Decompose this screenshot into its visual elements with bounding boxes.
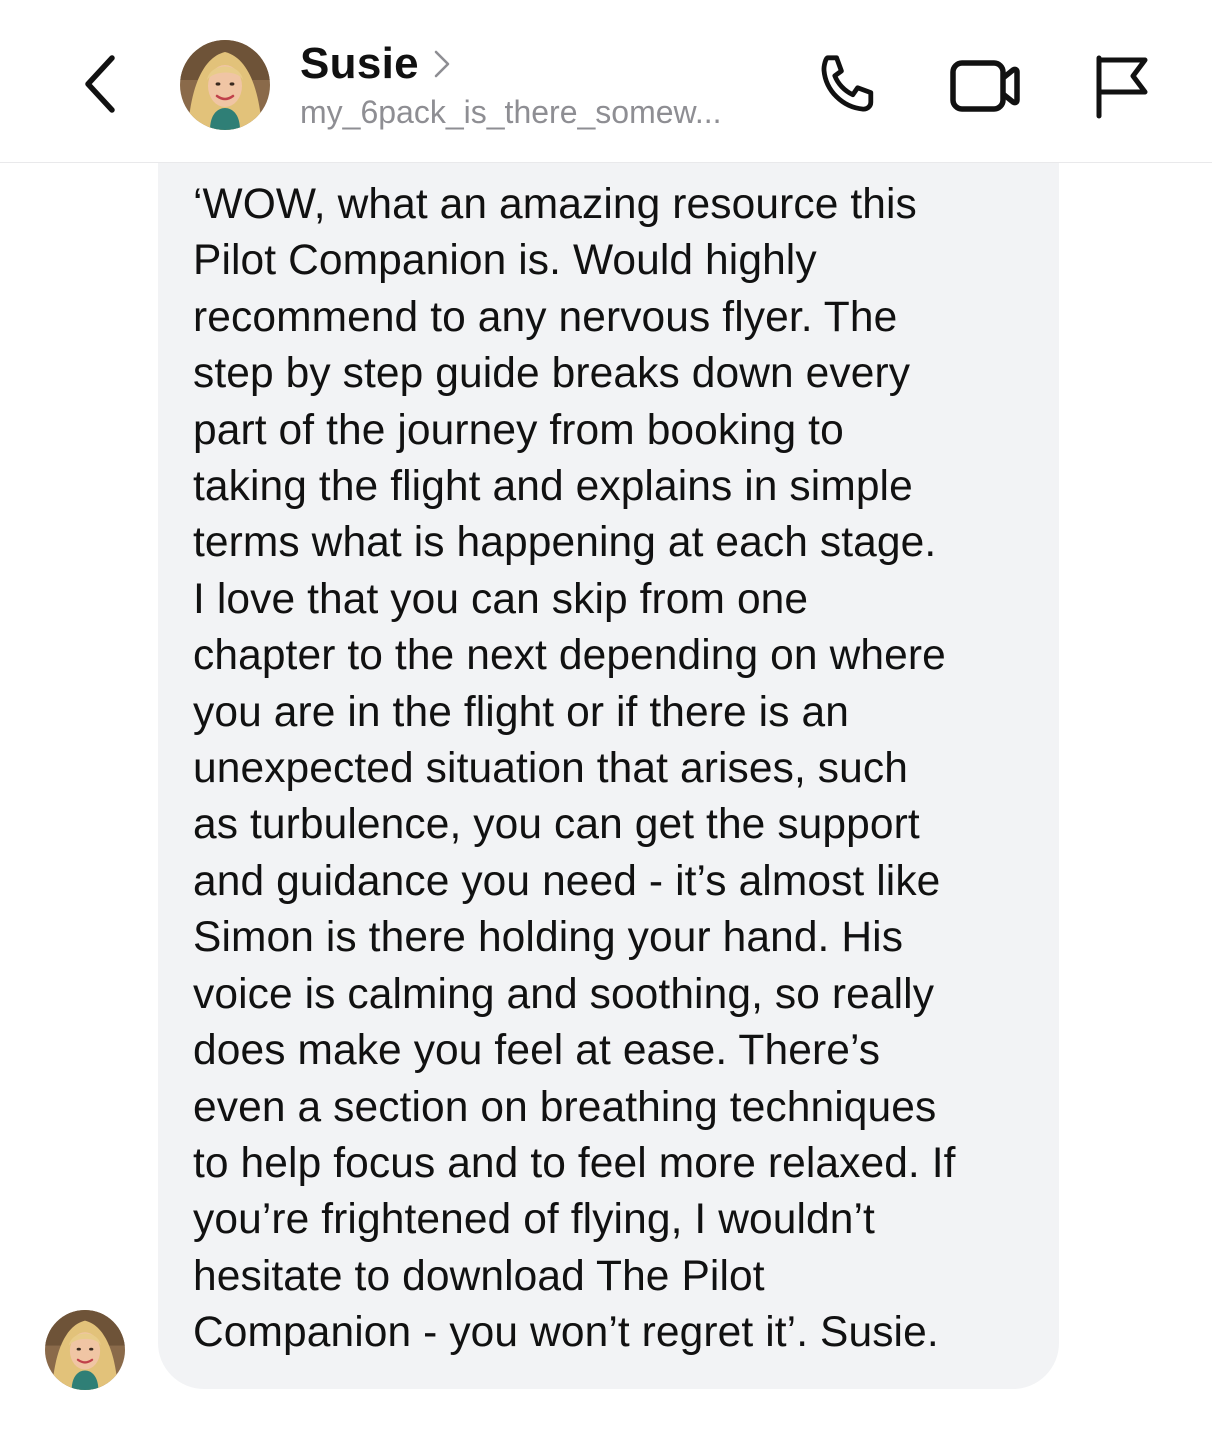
flag-icon [1096,55,1148,119]
report-button[interactable] [1082,46,1156,126]
message-line: ‘WOW, what an amazing resource this [193,181,917,228]
message-line: step by step guide breaks down every [193,350,911,398]
phone-icon [821,55,874,112]
message-bubble[interactable]: ‘WOW, what an amazing resource this Pilo… [158,163,1059,1389]
message-line: terms what is happening at each stage. [193,519,937,567]
video-camera-icon [950,60,1020,112]
message-line: even a section on breathing techniques [193,1083,937,1131]
message-line: to help focus and to feel more relaxed. … [193,1139,956,1187]
contact-name: Susie [300,39,419,88]
message-line: chapter to the next depending on where [193,632,946,680]
contact-avatar[interactable] [180,40,270,130]
video-call-button[interactable] [940,46,1030,126]
message-line: unexpected situation that arises, such [193,745,908,793]
message-line: Companion - you won’t regret it’. Susie. [193,1309,939,1357]
message-line: does make you feel at ease. There’s [193,1027,881,1075]
message-line: recommend to any nervous flyer. The [193,293,898,341]
sender-avatar[interactable] [45,1310,125,1390]
message-line: part of the journey from booking to [193,406,844,454]
chevron-left-icon [85,55,115,113]
message-line: taking the flight and explains in simple [193,463,913,511]
message-line: I love that you can skip from one [193,575,809,623]
phone-call-button[interactable] [806,46,890,126]
back-button[interactable] [68,46,132,122]
contact-handle: my_6pack_is_there_somew... [300,94,722,130]
message-line: Pilot Companion is. Would highly [193,237,817,285]
message-line: as turbulence, you can get the support [193,801,920,849]
chat-header: Susie my_6pack_is_there_somew... [0,0,1212,163]
contact-profile-link[interactable]: Susie [300,38,451,90]
message-line: you are in the flight or if there is an [193,688,849,736]
message-line: and guidance you need - it’s almost like [193,857,941,905]
chevron-right-icon [433,49,451,79]
message-line: voice is calming and soothing, so really [193,970,935,1018]
message-line: Simon is there holding your hand. His [193,914,904,962]
message-line: you’re frightened of flying, I wouldn’t [193,1196,875,1244]
message-line: hesitate to download The Pilot [193,1252,765,1300]
message-text: ‘WOW, what an amazing resource this Pilo… [193,177,1039,1362]
